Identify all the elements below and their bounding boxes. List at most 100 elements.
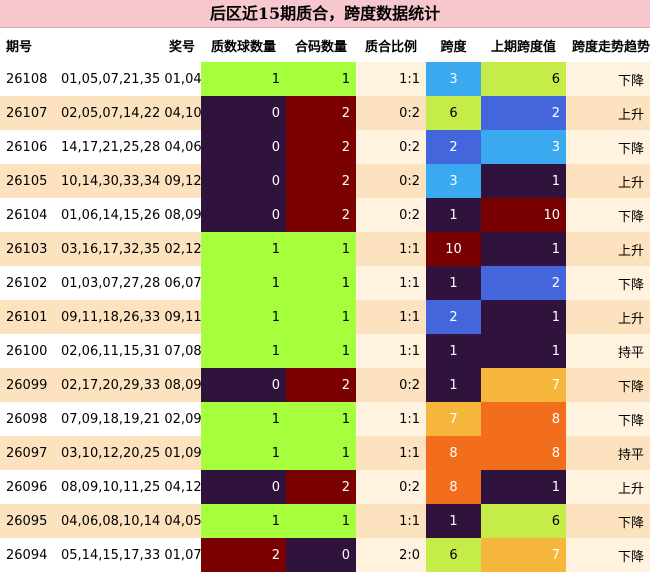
cell-numbers: 05,14,15,17,33 01,07 xyxy=(55,538,202,572)
stats-table: 期号 奖号 质数球数量 合码数量 质合比例 跨度 上期跨度值 跨度走势趋势 26… xyxy=(0,28,650,572)
cell-span: 1 xyxy=(426,368,481,402)
table-row: 26101 09,11,18,26,33 09,11 1 1 1:1 2 1 上升 xyxy=(0,300,650,334)
cell-composite-count: 2 xyxy=(286,96,356,130)
back-numbers: 08,09 xyxy=(164,207,202,223)
cell-span: 8 xyxy=(426,470,481,504)
table-row: 26094 05,14,15,17,33 01,07 2 0 2:0 6 7 下降 xyxy=(0,538,650,572)
cell-prev-span: 8 xyxy=(481,402,566,436)
cell-numbers: 01,05,07,21,35 01,04 xyxy=(55,62,202,96)
cell-prev-span: 3 xyxy=(481,130,566,164)
cell-prime-count: 1 xyxy=(201,232,286,266)
cell-numbers: 10,14,30,33,34 09,12 xyxy=(55,164,202,198)
cell-issue: 26103 xyxy=(0,232,55,266)
cell-prev-span: 1 xyxy=(481,300,566,334)
back-numbers: 02,12 xyxy=(164,241,202,257)
cell-numbers: 02,06,11,15,31 07,08 xyxy=(55,334,202,368)
cell-span: 7 xyxy=(426,402,481,436)
table-row: 26103 03,16,17,32,35 02,12 1 1 1:1 10 1 上升 xyxy=(0,232,650,266)
back-numbers: 09,11 xyxy=(164,309,202,325)
cell-span: 10 xyxy=(426,232,481,266)
front-numbers: 03,16,17,32,35 xyxy=(61,241,161,257)
back-numbers: 08,09 xyxy=(164,377,202,393)
header-row: 期号 奖号 质数球数量 合码数量 质合比例 跨度 上期跨度值 跨度走势趋势 xyxy=(0,28,650,62)
cell-ratio: 1:1 xyxy=(356,402,426,436)
cell-composite-count: 1 xyxy=(286,402,356,436)
back-numbers: 04,12 xyxy=(164,479,202,495)
table-row: 26104 01,06,14,15,26 08,09 0 2 0:2 1 10 下降 xyxy=(0,198,650,232)
cell-prev-span: 2 xyxy=(481,266,566,300)
cell-trend: 持平 xyxy=(566,436,650,470)
cell-prime-count: 1 xyxy=(201,62,286,96)
cell-composite-count: 2 xyxy=(286,368,356,402)
table-body: 26108 01,05,07,21,35 01,04 1 1 1:1 3 6 下降 26107 0… xyxy=(0,62,650,572)
cell-prime-count: 0 xyxy=(201,470,286,504)
cell-trend: 上升 xyxy=(566,232,650,266)
cell-span: 3 xyxy=(426,164,481,198)
cell-trend: 上升 xyxy=(566,300,650,334)
cell-prev-span: 10 xyxy=(481,198,566,232)
cell-issue: 26095 xyxy=(0,504,55,538)
cell-ratio: 0:2 xyxy=(356,198,426,232)
cell-prime-count: 0 xyxy=(201,368,286,402)
header-trend: 跨度走势趋势 xyxy=(566,28,650,62)
front-numbers: 14,17,21,25,28 xyxy=(61,139,161,155)
cell-issue: 26096 xyxy=(0,470,55,504)
cell-prime-count: 1 xyxy=(201,300,286,334)
header-numbers: 奖号 xyxy=(55,28,201,62)
cell-ratio: 1:1 xyxy=(356,334,426,368)
front-numbers: 01,03,07,27,28 xyxy=(61,275,161,291)
front-numbers: 02,06,11,15,31 xyxy=(61,343,161,359)
front-numbers: 09,11,18,26,33 xyxy=(61,309,161,325)
back-numbers: 02,09 xyxy=(164,411,202,427)
cell-span: 2 xyxy=(426,130,481,164)
cell-span: 3 xyxy=(426,62,481,96)
back-numbers: 04,06 xyxy=(164,139,202,155)
cell-trend: 上升 xyxy=(566,470,650,504)
cell-ratio: 1:1 xyxy=(356,232,426,266)
cell-trend: 下降 xyxy=(566,504,650,538)
cell-ratio: 1:1 xyxy=(356,62,426,96)
cell-trend: 下降 xyxy=(566,62,650,96)
cell-numbers: 08,09,10,11,25 04,12 xyxy=(55,470,202,504)
cell-prime-count: 1 xyxy=(201,436,286,470)
cell-trend: 下降 xyxy=(566,266,650,300)
cell-issue: 26101 xyxy=(0,300,55,334)
cell-span: 6 xyxy=(426,96,481,130)
stats-panel: 后区近15期质合，跨度数据统计 期号 奖号 质数球数量 合码数量 质合比例 跨度… xyxy=(0,0,650,573)
back-numbers: 09,12 xyxy=(164,173,202,189)
cell-trend: 下降 xyxy=(566,538,650,572)
back-numbers: 04,05 xyxy=(164,513,202,529)
cell-composite-count: 2 xyxy=(286,198,356,232)
cell-composite-count: 1 xyxy=(286,232,356,266)
cell-ratio: 1:1 xyxy=(356,436,426,470)
cell-prev-span: 8 xyxy=(481,436,566,470)
cell-trend: 上升 xyxy=(566,96,650,130)
front-numbers: 02,05,07,14,22 xyxy=(61,105,161,121)
cell-numbers: 09,11,18,26,33 09,11 xyxy=(55,300,202,334)
back-numbers: 01,04 xyxy=(164,71,202,87)
cell-issue: 26099 xyxy=(0,368,55,402)
table-row: 26100 02,06,11,15,31 07,08 1 1 1:1 1 1 持平 xyxy=(0,334,650,368)
back-numbers: 06,07 xyxy=(164,275,202,291)
cell-issue: 26097 xyxy=(0,436,55,470)
table-row: 26107 02,05,07,14,22 04,10 0 2 0:2 6 2 上升 xyxy=(0,96,650,130)
front-numbers: 04,06,08,10,14 xyxy=(61,513,161,529)
cell-issue: 26104 xyxy=(0,198,55,232)
front-numbers: 10,14,30,33,34 xyxy=(61,173,161,189)
back-numbers: 04,10 xyxy=(164,105,202,121)
cell-trend: 持平 xyxy=(566,334,650,368)
header-span: 跨度 xyxy=(426,28,481,62)
cell-numbers: 02,05,07,14,22 04,10 xyxy=(55,96,202,130)
cell-span: 8 xyxy=(426,436,481,470)
cell-composite-count: 2 xyxy=(286,470,356,504)
cell-issue: 26100 xyxy=(0,334,55,368)
cell-numbers: 14,17,21,25,28 04,06 xyxy=(55,130,202,164)
cell-composite-count: 1 xyxy=(286,62,356,96)
cell-ratio: 1:1 xyxy=(356,300,426,334)
cell-numbers: 02,17,20,29,33 08,09 xyxy=(55,368,202,402)
cell-issue: 26105 xyxy=(0,164,55,198)
cell-prime-count: 1 xyxy=(201,266,286,300)
cell-numbers: 07,09,18,19,21 02,09 xyxy=(55,402,202,436)
cell-prev-span: 1 xyxy=(481,164,566,198)
cell-span: 1 xyxy=(426,266,481,300)
